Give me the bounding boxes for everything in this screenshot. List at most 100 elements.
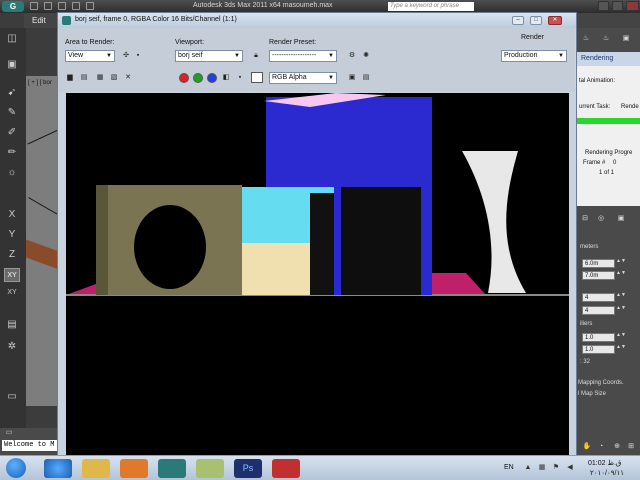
file-explorer-icon[interactable] — [82, 459, 110, 478]
width-spinner[interactable]: 7.0m — [582, 271, 615, 280]
close-button[interactable] — [626, 1, 639, 11]
green-channel-icon[interactable] — [193, 73, 203, 83]
flag-icon[interactable]: ⚑ — [552, 464, 560, 472]
toggle-ui-icon[interactable]: ▤ — [361, 73, 371, 83]
tray-arrow-icon[interactable]: ▲ — [524, 464, 532, 472]
blue-channel-icon[interactable] — [207, 73, 217, 83]
spinner-arrows-icon[interactable]: ▲▼ — [616, 306, 626, 315]
pencil-icon[interactable]: ✏ — [4, 146, 20, 160]
orbit-icon[interactable]: ◔ — [596, 442, 606, 452]
channel-display-select[interactable]: RGB Alpha ▼ — [269, 72, 337, 84]
axis-x-icon[interactable]: X — [4, 208, 20, 222]
red-channel-icon[interactable] — [179, 73, 189, 83]
area-to-render-value: View — [68, 52, 84, 59]
mapping-coords-checkbox[interactable]: Mapping Coords. — [578, 380, 624, 386]
select-icon[interactable]: ➹ — [4, 86, 20, 100]
axis-y-icon[interactable]: Y — [4, 228, 20, 242]
zoom-icon[interactable]: ⊕ — [612, 442, 622, 452]
clear-icon[interactable]: ✕ — [123, 73, 133, 83]
3ds-max-taskbar-icon[interactable] — [158, 459, 186, 478]
media-player-icon[interactable] — [120, 459, 148, 478]
spinner-arrows-icon[interactable]: ▲▼ — [616, 293, 626, 302]
map-size-checkbox[interactable]: l Map Size — [578, 391, 606, 397]
bulb-icon[interactable]: ☼ — [4, 166, 20, 180]
pan-icon[interactable]: ✋ — [582, 442, 592, 452]
axis-z-icon[interactable]: Z — [4, 248, 20, 262]
maximize-viewport-icon[interactable]: ⊞ — [626, 442, 636, 452]
render-window-title-bar[interactable]: borj seif, frame 0, RGBA Color 16 Bits/C… — [58, 13, 576, 28]
rendered-image[interactable] — [66, 93, 569, 457]
edit-region-icon[interactable]: ✣ — [121, 51, 131, 61]
new-file-icon[interactable] — [30, 2, 38, 10]
stack-icon[interactable]: ▤ — [4, 318, 20, 332]
spinner-arrows-icon[interactable]: ▲▼ — [616, 333, 626, 342]
save-image-icon[interactable]: ▆ — [65, 73, 75, 83]
undo-icon[interactable] — [72, 2, 80, 10]
print-image-icon[interactable]: ▧ — [109, 73, 119, 83]
viewport-select[interactable]: borj seif ▼ — [175, 50, 243, 62]
density-spinner[interactable]: 1.0 — [582, 345, 615, 354]
display-icon[interactable]: ▣ — [616, 214, 626, 224]
length-segs-spinner[interactable]: 4 — [582, 293, 615, 302]
box-icon[interactable]: ▣ — [4, 58, 20, 72]
app-logo-icon[interactable]: G — [2, 1, 24, 12]
alpha-channel-icon[interactable]: ◧ — [221, 73, 231, 83]
start-button[interactable] — [6, 458, 26, 478]
toggle-ui-overlay-icon[interactable]: ▣ — [347, 73, 357, 83]
axis-xy-alt-icon[interactable]: XY — [4, 286, 20, 300]
internet-explorer-icon[interactable] — [44, 459, 72, 478]
menu-edit[interactable]: Edit — [32, 16, 46, 25]
volume-icon[interactable]: ◀ — [566, 464, 574, 472]
language-indicator[interactable]: EN — [504, 464, 514, 471]
search-input[interactable]: Type a keyword or phrase — [388, 2, 474, 11]
spinner-arrows-icon[interactable]: ▲▼ — [616, 271, 626, 280]
render-window-maximize-button[interactable]: □ — [530, 16, 542, 25]
snap-icon[interactable]: ◫ — [4, 32, 20, 46]
parameters-rollout[interactable]: meters — [580, 244, 598, 250]
chevron-down-icon: ▼ — [328, 75, 334, 81]
color-swatch[interactable] — [251, 72, 263, 83]
gear-icon[interactable]: ✲ — [4, 340, 20, 354]
lock-viewport-icon[interactable]: 🔒︎ — [251, 51, 261, 61]
maximize-button[interactable] — [612, 1, 623, 11]
save-file-icon[interactable] — [58, 2, 66, 10]
copy-image-icon[interactable]: ▤ — [79, 73, 89, 83]
spinner-arrows-icon[interactable]: ▲▼ — [616, 345, 626, 354]
open-file-icon[interactable] — [44, 2, 52, 10]
auto-region-icon[interactable]: ▪ — [133, 51, 143, 61]
render-window-close-button[interactable]: ✕ — [548, 16, 562, 25]
paint-icon[interactable]: ✎ — [4, 106, 20, 120]
photoshop-icon[interactable]: Ps — [234, 459, 262, 478]
render-setup-icon[interactable]: ⚙ — [347, 51, 357, 61]
lock-icon[interactable]: ▭ — [4, 390, 20, 404]
environment-icon[interactable]: ✺ — [361, 51, 371, 61]
scene-vase — [462, 151, 526, 293]
monochrome-icon[interactable]: ▪ — [235, 73, 245, 83]
motion-icon[interactable]: ◎ — [596, 214, 606, 224]
multipliers-rollout[interactable]: iliers — [580, 321, 592, 327]
clock-date[interactable]: ۲۰۱۰/۰۹/۱۱ — [590, 469, 624, 477]
clock-time[interactable]: 01:02 ق.ظ — [588, 459, 621, 467]
render-frame-icon[interactable]: ▣ — [621, 34, 631, 44]
width-segs-spinner[interactable]: 4 — [582, 306, 615, 315]
render-preset-select[interactable]: ------------------- ▼ — [269, 50, 337, 62]
teapot-alt-icon[interactable]: ♨ — [601, 34, 611, 44]
production-select[interactable]: Production ▼ — [501, 50, 567, 62]
teapot-icon[interactable]: ♨ — [581, 34, 591, 44]
length-spinner[interactable]: 6.0m — [582, 259, 615, 268]
render-window-minimize-button[interactable]: – — [512, 16, 524, 25]
lock-selection-icon[interactable]: ▭ — [4, 428, 14, 438]
recorder-icon[interactable] — [272, 459, 300, 478]
network-icon[interactable]: ▦ — [538, 464, 546, 472]
area-to-render-select[interactable]: View ▼ — [65, 50, 115, 62]
image-viewer-icon[interactable] — [196, 459, 224, 478]
scale-spinner[interactable]: 1.0 — [582, 333, 615, 342]
brush-icon[interactable]: ✐ — [4, 126, 20, 140]
maxscript-listener[interactable]: Welcome to M — [2, 440, 58, 451]
clone-frame-icon[interactable]: ▦ — [95, 73, 105, 83]
hierarchy-icon[interactable]: ⊟ — [580, 214, 590, 224]
redo-icon[interactable] — [86, 2, 94, 10]
minimize-button[interactable] — [598, 1, 609, 11]
axis-xy-icon[interactable]: XY — [4, 268, 20, 282]
spinner-arrows-icon[interactable]: ▲▼ — [616, 259, 626, 268]
